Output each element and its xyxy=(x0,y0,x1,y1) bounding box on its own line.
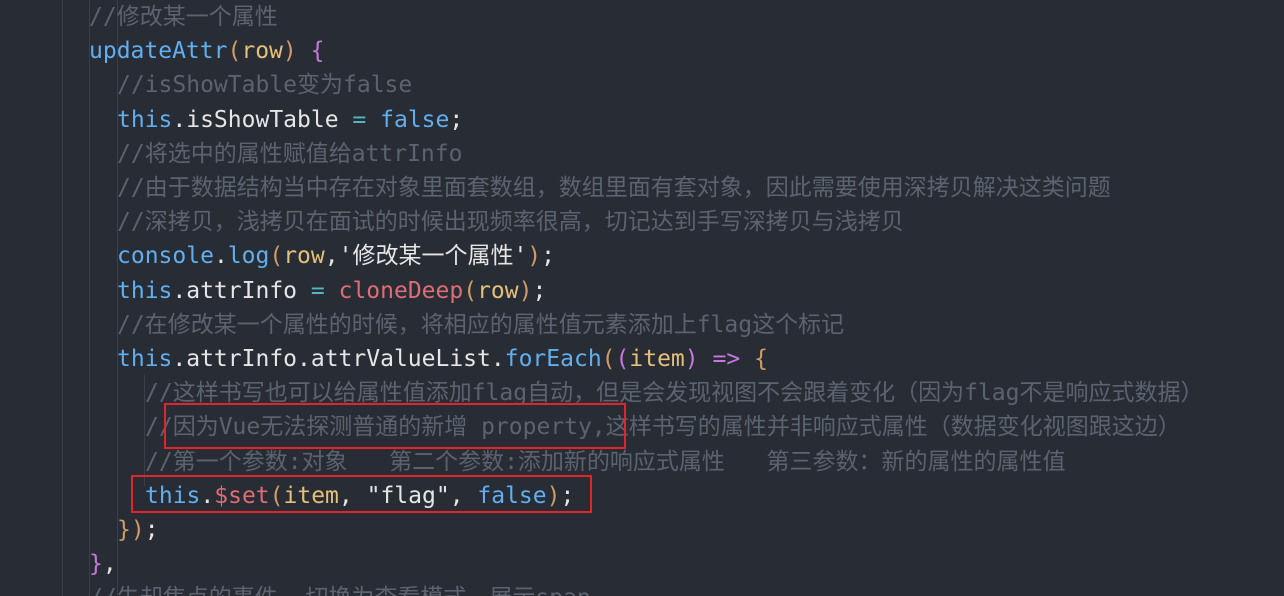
indent-guide-2 xyxy=(89,0,90,596)
code-token: ; xyxy=(532,277,547,304)
code-token: ( xyxy=(463,277,478,304)
code-token: ) xyxy=(684,346,699,372)
code-token: ( xyxy=(227,38,242,65)
code-token: .attrInfo xyxy=(172,277,311,304)
code-token: , xyxy=(102,551,117,578)
code-line[interactable]: //失却焦点的事件——切换为查看模式，展示span xyxy=(89,581,591,596)
code-token: ,'修改某一个属性' xyxy=(324,243,528,270)
code-token: //在修改某一个属性的时候，将相应的属性值元素添加上flag这个标记 xyxy=(117,311,845,338)
code-line[interactable]: //将选中的属性赋值给attrInfo xyxy=(117,137,462,171)
code-token: this xyxy=(117,277,173,304)
code-token: forEach xyxy=(504,346,602,372)
code-token: ; xyxy=(144,517,159,543)
code-line[interactable]: }); xyxy=(117,513,159,547)
code-token: ; xyxy=(449,106,464,133)
code-line[interactable]: //isShowTable变为false xyxy=(117,68,412,102)
code-line[interactable]: //由于数据结构当中存在对象里面套数组，数组里面有套对象，因此需要使用深拷贝解决… xyxy=(117,171,1111,205)
code-line[interactable]: //修改某一个属性 xyxy=(89,0,278,34)
code-token: .isShowTable xyxy=(172,106,353,133)
code-token: //深拷贝，浅拷贝在面试的时候出现频率很高，切记达到手写深拷贝与浅拷贝 xyxy=(117,209,904,236)
code-token: .attrInfo.attrValueList. xyxy=(172,346,505,372)
code-line[interactable]: }, xyxy=(89,547,117,581)
code-token: updateAttr xyxy=(89,38,228,65)
code-token: //isShowTable变为false xyxy=(117,72,413,99)
code-line[interactable]: console.log(row,'修改某一个属性'); xyxy=(117,239,555,273)
code-token: //第一个参数:对象 第二个参数:添加新的响应式属性 第三参数：新的属性的属性值 xyxy=(145,448,1066,475)
code-line[interactable]: updateAttr(row) { xyxy=(89,34,324,68)
code-line[interactable]: //第一个参数:对象 第二个参数:添加新的响应式属性 第三参数：新的属性的属性值 xyxy=(145,445,1065,479)
code-editor[interactable]: //修改某一个属性 updateAttr(row) {//isShowTable变… xyxy=(0,0,1284,596)
code-token: row xyxy=(283,243,325,270)
code-token: //修改某一个属性 xyxy=(89,4,278,30)
code-token: row xyxy=(477,277,519,304)
code-token: ) xyxy=(282,38,297,65)
code-token: ( xyxy=(615,346,630,372)
code-token: console xyxy=(117,243,214,270)
code-token: row xyxy=(241,38,283,65)
code-token: cloneDeep xyxy=(338,277,464,304)
highlight-box-vue-property xyxy=(164,403,626,449)
code-line[interactable]: //深拷贝，浅拷贝在面试的时候出现频率很高，切记达到手写深拷贝与浅拷贝 xyxy=(117,205,904,239)
code-token: => xyxy=(712,346,741,372)
code-token: log xyxy=(227,243,270,270)
code-token: . xyxy=(213,243,228,270)
code-token: ) xyxy=(527,243,542,270)
indent-guide-1 xyxy=(62,0,63,596)
code-token: this xyxy=(117,106,173,133)
highlight-box-set-call xyxy=(131,475,592,513)
code-token: ) xyxy=(130,517,145,543)
code-token: this xyxy=(117,346,173,372)
code-token: item xyxy=(629,346,685,372)
code-token: ) xyxy=(518,277,533,304)
code-token: //失却焦点的事件——切换为查看模式，展示span xyxy=(89,585,591,596)
code-line[interactable]: this.attrInfo = cloneDeep(row); xyxy=(117,274,546,308)
code-line[interactable]: this.attrInfo.attrValueList.forEach((ite… xyxy=(117,342,768,376)
code-token: = xyxy=(310,277,325,304)
code-token: = xyxy=(352,106,367,133)
code-line[interactable]: //在修改某一个属性的时候，将相应的属性值元素添加上flag这个标记 xyxy=(117,308,844,342)
code-token: ( xyxy=(601,346,616,372)
code-token: { xyxy=(754,346,768,372)
code-token: //将选中的属性赋值给attrInfo xyxy=(117,140,463,167)
code-token: ; xyxy=(541,243,556,270)
code-token: } xyxy=(89,551,103,578)
code-line[interactable]: this.isShowTable = false; xyxy=(117,103,463,137)
code-token: } xyxy=(117,517,131,543)
code-token: { xyxy=(310,38,325,65)
code-token: ( xyxy=(269,243,284,270)
code-token: //由于数据结构当中存在对象里面套数组，数组里面有套对象，因此需要使用深拷贝解决… xyxy=(117,175,1111,201)
code-token: false xyxy=(380,106,450,133)
